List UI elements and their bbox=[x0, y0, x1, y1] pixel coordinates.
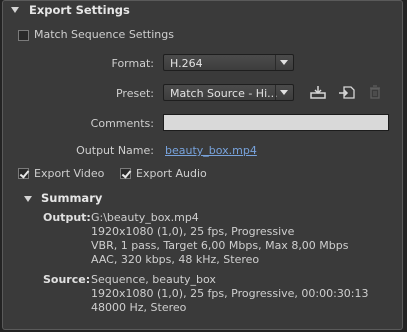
summary-source-line: 1920x1080 (1,0), 25 fps, Progressive, 00… bbox=[91, 287, 369, 300]
chevron-down-icon bbox=[275, 55, 293, 70]
preset-value: Match Source - Hi... bbox=[170, 87, 278, 100]
collapse-triangle-icon[interactable] bbox=[11, 7, 19, 13]
comments-label: Comments: bbox=[90, 117, 154, 130]
summary-output-line: G:\beauty_box.mp4 bbox=[91, 211, 199, 224]
chevron-down-icon bbox=[275, 85, 293, 100]
format-label: Format: bbox=[111, 57, 154, 70]
preset-dropdown[interactable]: Match Source - Hi... bbox=[163, 84, 294, 101]
export-video-label: Export Video bbox=[34, 167, 105, 180]
preset-label: Preset: bbox=[115, 87, 154, 100]
export-audio-label: Export Audio bbox=[136, 167, 207, 180]
delete-preset-icon[interactable] bbox=[366, 84, 384, 100]
format-dropdown[interactable]: H.264 bbox=[163, 54, 294, 71]
section-title: Export Settings bbox=[29, 3, 130, 17]
match-sequence-label: Match Sequence Settings bbox=[34, 28, 174, 41]
output-name-label: Output Name: bbox=[76, 144, 154, 157]
summary-source-line: Sequence, beauty_box bbox=[91, 273, 216, 286]
summary-collapse-icon[interactable] bbox=[24, 196, 32, 202]
save-preset-icon[interactable] bbox=[309, 84, 327, 100]
summary-source-label: Source: bbox=[43, 273, 91, 286]
export-audio-checkbox[interactable] bbox=[120, 168, 131, 179]
summary-source-line: 48000 Hz, Stereo bbox=[91, 301, 187, 314]
format-value: H.264 bbox=[170, 57, 203, 70]
import-preset-icon[interactable] bbox=[338, 84, 356, 100]
summary-output-line: 1920x1080 (1,0), 25 fps, Progressive bbox=[91, 225, 295, 238]
comments-field[interactable] bbox=[163, 114, 389, 131]
summary-output-label: Output: bbox=[43, 211, 91, 224]
output-name-link[interactable]: beauty_box.mp4 bbox=[165, 144, 257, 157]
summary-output-line: AAC, 320 kbps, 48 kHz, Stereo bbox=[91, 253, 260, 266]
summary-title: Summary bbox=[41, 191, 103, 205]
summary-output-line: VBR, 1 pass, Target 6,00 Mbps, Max 8,00 … bbox=[91, 239, 349, 252]
match-sequence-checkbox[interactable] bbox=[18, 30, 29, 41]
export-video-checkbox[interactable] bbox=[18, 168, 29, 179]
export-settings-panel: Export Settings Match Sequence Settings … bbox=[2, 0, 403, 330]
